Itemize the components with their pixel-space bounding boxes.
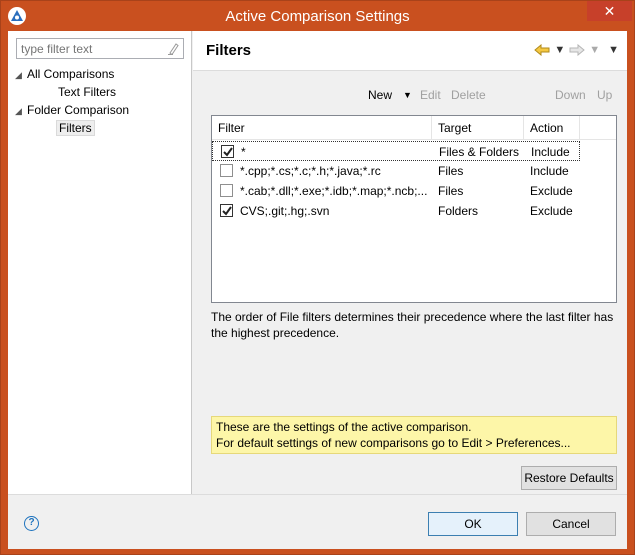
- row-enabled-checkbox[interactable]: [220, 184, 233, 197]
- table-header: Filter Target Action: [212, 116, 616, 140]
- edit-button[interactable]: Edit: [420, 85, 441, 105]
- table-row[interactable]: CVS;.git;.hg;.svn Folders Exclude: [212, 201, 580, 221]
- precedence-description: The order of File filters determines the…: [211, 310, 614, 340]
- tree-item-filters[interactable]: Filters: [56, 119, 95, 137]
- tree-item-text-filters[interactable]: Text Filters: [58, 83, 116, 101]
- restore-defaults-button[interactable]: Restore Defaults: [521, 466, 617, 490]
- back-arrow-icon[interactable]: [534, 44, 550, 56]
- expand-arrow-icon[interactable]: ◢: [15, 66, 27, 84]
- tree-item-label: Text Filters: [58, 85, 117, 99]
- dialog-client: ◢All Comparisons Text Filters ◢Folder Co…: [8, 31, 627, 549]
- column-header-action[interactable]: Action: [524, 116, 580, 140]
- filter-pattern: CVS;.git;.hg;.svn: [240, 204, 330, 218]
- filter-text-input[interactable]: [17, 39, 157, 58]
- title-bar[interactable]: Active Comparison Settings ✕: [1, 1, 634, 31]
- row-enabled-checkbox[interactable]: [221, 145, 234, 158]
- cancel-button[interactable]: Cancel: [526, 512, 616, 536]
- ok-button[interactable]: OK: [428, 512, 518, 536]
- move-up-button[interactable]: Up: [597, 85, 612, 105]
- move-down-button[interactable]: Down: [555, 85, 586, 105]
- forward-dropdown-icon: ▼: [589, 44, 601, 56]
- filter-target: Files: [438, 164, 464, 178]
- tree-item-folder-comparison[interactable]: ◢ Folder Comparison: [15, 101, 129, 119]
- column-header-target[interactable]: Target: [432, 116, 524, 140]
- dialog-button-bar: ? OK Cancel: [8, 494, 627, 549]
- filter-target: Files & Folders: [439, 145, 520, 159]
- filter-target: Folders: [438, 204, 479, 218]
- tree-item-label: All Comparisons: [27, 67, 115, 81]
- window-title: Active Comparison Settings: [225, 8, 410, 25]
- new-dropdown-icon[interactable]: ▼: [403, 85, 412, 105]
- filter-action: Exclude: [530, 184, 573, 198]
- back-dropdown-icon[interactable]: ▼: [554, 44, 565, 56]
- filter-search-box[interactable]: [16, 38, 184, 59]
- tree-item-all-comparisons[interactable]: ◢ All Comparisons: [15, 65, 114, 83]
- row-enabled-checkbox[interactable]: [220, 204, 233, 217]
- forward-arrow-icon: [569, 44, 585, 56]
- row-enabled-checkbox[interactable]: [220, 164, 233, 177]
- filter-pattern: *.cpp;*.cs;*.c;*.h;*.java;*.rc: [240, 164, 381, 178]
- delete-button[interactable]: Delete: [451, 85, 486, 105]
- tree-item-label: Folder Comparison: [27, 103, 130, 117]
- column-header-filter[interactable]: Filter: [212, 116, 432, 140]
- history-navigation: ▼ ▼ ▼: [534, 42, 619, 58]
- filter-target: Files: [438, 184, 464, 198]
- table-row[interactable]: *.cpp;*.cs;*.c;*.h;*.java;*.rc Files Inc…: [212, 161, 580, 181]
- info-line-active: These are the settings of the active com…: [216, 420, 472, 434]
- tree-item-label: Filters: [56, 120, 95, 136]
- table-row[interactable]: * Files & Folders Include: [212, 141, 580, 161]
- filter-pattern: *.cab;*.dll;*.exe;*.idb;*.map;*.ncb;...: [240, 184, 428, 198]
- expand-arrow-icon[interactable]: ◢: [15, 102, 27, 120]
- close-button[interactable]: ✕: [587, 1, 632, 21]
- dialog-window: Active Comparison Settings ✕ ◢All Compar…: [0, 0, 635, 555]
- table-row[interactable]: *.cab;*.dll;*.exe;*.idb;*.map;*.ncb;... …: [212, 181, 580, 201]
- filter-action: Include: [531, 145, 570, 159]
- filter-pattern: *: [241, 145, 246, 159]
- filter-action: Include: [530, 164, 569, 178]
- page-header: Filters ▼ ▼ ▼: [193, 31, 627, 71]
- info-notice: These are the settings of the active com…: [211, 416, 617, 454]
- filter-action: Exclude: [530, 204, 573, 218]
- content-pane: Filters ▼ ▼ ▼ New ▼ Edit Delete Down Up: [193, 31, 627, 494]
- help-icon[interactable]: ?: [24, 516, 39, 531]
- view-menu-icon[interactable]: ▼: [608, 44, 619, 56]
- filters-toolbar: New ▼ Edit Delete Down Up: [193, 85, 627, 105]
- info-line-preferences: For default settings of new comparisons …: [216, 436, 571, 450]
- filters-table: Filter Target Action * Files & Folders I…: [211, 115, 617, 303]
- page-title: Filters: [206, 42, 252, 59]
- new-button[interactable]: New: [368, 85, 392, 105]
- navigation-pane: ◢All Comparisons Text Filters ◢Folder Co…: [8, 31, 192, 494]
- clear-filter-icon[interactable]: [167, 42, 179, 55]
